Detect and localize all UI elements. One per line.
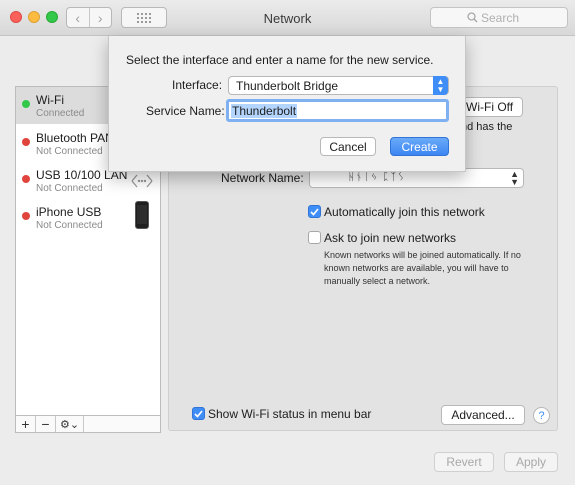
service-name-label: Service Name: bbox=[146, 104, 225, 118]
wifi-off-button[interactable]: Wi-Fi Off bbox=[461, 97, 523, 117]
revert-button[interactable]: Revert bbox=[434, 452, 494, 472]
chevron-updown-icon: ▲ ▼ bbox=[433, 76, 448, 95]
ethernet-icon bbox=[131, 174, 153, 188]
service-name-field[interactable]: Thunderbolt bbox=[226, 99, 449, 122]
status-description: nd has the bbox=[461, 121, 513, 133]
search-input[interactable]: Search bbox=[430, 7, 568, 28]
service-name: Wi-Fi bbox=[36, 93, 64, 107]
status-dot bbox=[22, 212, 30, 220]
add-service-button[interactable]: + bbox=[16, 416, 36, 432]
new-service-sheet: Select the interface and enter a name fo… bbox=[108, 36, 466, 172]
service-status: Not Connected bbox=[36, 146, 103, 157]
search-placeholder: Search bbox=[481, 10, 520, 25]
gear-icon[interactable]: ⚙︎⌄ bbox=[56, 416, 84, 432]
interface-label: Interface: bbox=[172, 78, 223, 92]
help-button[interactable]: ? bbox=[533, 407, 550, 424]
search-icon bbox=[467, 12, 478, 23]
advanced-button[interactable]: Advanced... bbox=[441, 405, 525, 425]
create-button[interactable]: Create bbox=[390, 137, 449, 156]
sidebar-toolbar: + − ⚙︎⌄ bbox=[15, 415, 161, 433]
service-name: iPhone USB bbox=[36, 205, 102, 219]
interface-value: Thunderbolt Bridge bbox=[236, 79, 339, 93]
network-name-value: ᚺᚾᛁᛃ ᛈᛉᛊ bbox=[348, 171, 406, 183]
sheet-prompt: Select the interface and enter a name fo… bbox=[126, 53, 434, 67]
status-dot bbox=[22, 138, 30, 146]
ask-join-label[interactable]: Ask to join new networks bbox=[324, 231, 456, 245]
auto-join-label[interactable]: Automatically join this network bbox=[324, 205, 485, 219]
join-help-text: Known networks will be joined automatica… bbox=[324, 250, 521, 286]
remove-service-button[interactable]: − bbox=[36, 416, 56, 432]
status-dot bbox=[22, 100, 30, 108]
title-bar: ‹ › Network Search bbox=[0, 0, 575, 36]
service-name: Bluetooth PAN bbox=[36, 131, 114, 145]
status-dot bbox=[22, 175, 30, 183]
service-status: Connected bbox=[36, 108, 85, 119]
checkmark-icon bbox=[310, 207, 319, 216]
ask-join-checkbox[interactable] bbox=[308, 231, 321, 244]
show-wifi-status-label[interactable]: Show Wi-Fi status in menu bar bbox=[208, 407, 371, 421]
interface-select[interactable]: Thunderbolt Bridge ▲ ▼ bbox=[228, 76, 449, 95]
cancel-button[interactable]: Cancel bbox=[320, 137, 376, 156]
service-status: Not Connected bbox=[36, 220, 103, 231]
service-item-iphone-usb[interactable]: iPhone USB Not Connected bbox=[16, 199, 160, 236]
auto-join-checkbox[interactable] bbox=[308, 205, 321, 218]
checkmark-icon bbox=[194, 409, 203, 418]
apply-button[interactable]: Apply bbox=[504, 452, 558, 472]
show-wifi-status-checkbox[interactable] bbox=[192, 407, 205, 420]
chevron-updown-icon: ▲ ▼ bbox=[510, 169, 519, 187]
service-name-value: Thunderbolt bbox=[231, 104, 298, 118]
iphone-icon bbox=[135, 201, 149, 229]
network-name-label: Network Name: bbox=[221, 171, 304, 185]
service-status: Not Connected bbox=[36, 183, 103, 194]
